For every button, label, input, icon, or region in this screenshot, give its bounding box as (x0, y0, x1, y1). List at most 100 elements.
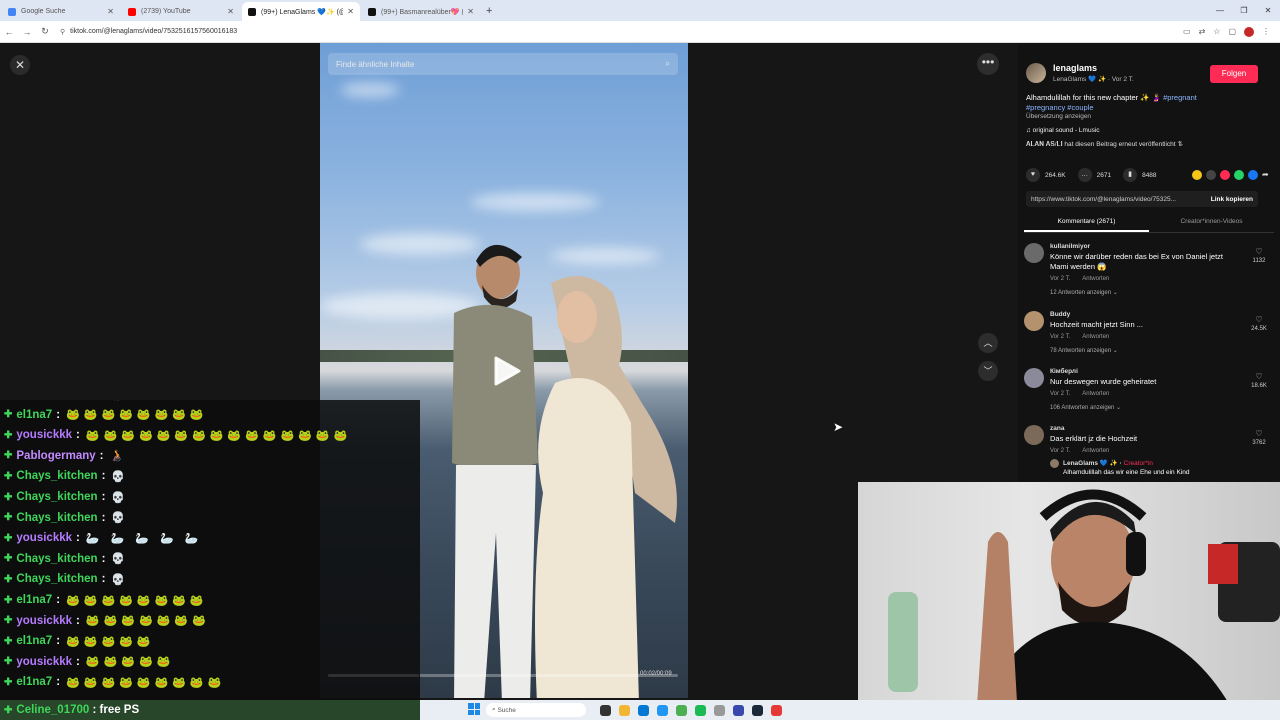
comment-username[interactable]: kullanilmiyor (1050, 243, 1090, 250)
whatsapp-icon[interactable] (1234, 170, 1244, 180)
copy-link-button[interactable]: Link kopieren (1211, 196, 1253, 203)
repost-share-icon[interactable] (1192, 170, 1202, 180)
minimize-icon[interactable]: — (1208, 0, 1232, 21)
comment-like[interactable]: ♡ 3762 (1246, 429, 1272, 446)
previous-video-button[interactable]: ︿ (978, 333, 998, 353)
bookmark-star-icon[interactable]: ☆ (1213, 27, 1220, 36)
comment-username[interactable]: Buddy (1050, 311, 1070, 318)
hashtag-pregnant[interactable]: #pregnant (1163, 93, 1197, 102)
vpn-icon[interactable] (733, 704, 744, 716)
hashtag-links[interactable]: #pregnancy #couple (1026, 103, 1094, 112)
restore-icon[interactable]: ❐ (1232, 0, 1256, 21)
comment-username[interactable]: zana (1050, 425, 1064, 432)
taskbar-search[interactable]: ⌕ Suche (486, 703, 586, 717)
reply-button[interactable]: Antworten (1082, 276, 1109, 282)
reload-icon[interactable]: ↻ (36, 26, 54, 37)
browser-tab[interactable]: (99+) Basmanrealüber💖 (@lbasm... ✕ (362, 2, 480, 21)
heart-icon[interactable]: ♥ (1026, 168, 1040, 182)
comment-like[interactable]: ♡ 18.6K (1246, 372, 1272, 389)
chat-emotes: 💀 (111, 512, 130, 525)
chat-separator: : (99, 449, 104, 462)
comment-avatar[interactable] (1024, 368, 1044, 388)
browser-tab[interactable]: (2739) YouTube ✕ (122, 2, 240, 21)
reply-avatar[interactable] (1050, 459, 1059, 468)
like-stat[interactable]: ♥ 264.6K (1026, 168, 1066, 182)
comment-like[interactable]: ♡ 1132 (1246, 247, 1272, 264)
browser-tab[interactable]: (99+) LenaGlams 💙✨ (@l... ✕ (242, 2, 360, 21)
tab-creator-videos[interactable]: Creator*innen-Videos (1149, 215, 1274, 232)
url-field[interactable]: ⚲ tiktok.com/@lenaglams/video/7532516157… (60, 28, 1183, 36)
view-replies-link[interactable]: 78 Antworten anzeigen ⌄ (1050, 347, 1118, 354)
new-tab-icon[interactable]: + (486, 2, 492, 21)
view-replies-link[interactable]: 106 Antworten anzeigen ⌄ (1050, 404, 1121, 411)
similar-content-search[interactable]: Finde ähnliche Inhalte ⌕ (328, 53, 678, 75)
heart-outline-icon[interactable]: ♡ (1246, 315, 1272, 324)
heart-outline-icon[interactable]: ♡ (1246, 372, 1272, 381)
edge-icon[interactable] (638, 704, 649, 716)
spotify-icon[interactable] (695, 704, 706, 716)
view-replies-link[interactable]: 12 Antworten anzeigen ⌄ (1050, 289, 1118, 296)
share-arrow-icon[interactable]: ➦ (1262, 170, 1272, 180)
store-icon[interactable] (657, 704, 668, 716)
tab-close-icon[interactable]: ✕ (107, 7, 114, 16)
comment-username[interactable]: Кімберлі (1050, 368, 1078, 375)
sound-link[interactable]: ♫ original sound - Lmusic (1026, 127, 1100, 134)
send-friends-icon[interactable] (1220, 170, 1230, 180)
heart-outline-icon[interactable]: ♡ (1246, 247, 1272, 256)
bookmark-icon[interactable]: ▮ (1123, 168, 1138, 182)
menu-icon[interactable]: ⋮ (1262, 27, 1270, 36)
more-options-button[interactable]: ••• (977, 53, 999, 75)
windows-start-icon[interactable] (468, 703, 480, 715)
author-block[interactable]: lenaglams LenaGlams 💙 ✨ · Vor 2 T. (1026, 63, 1134, 83)
author-name[interactable]: lenaglams (1053, 63, 1134, 73)
site-info-icon[interactable]: ⚲ (60, 28, 65, 36)
reply-button[interactable]: Antworten (1082, 334, 1109, 340)
comment-avatar[interactable] (1024, 243, 1044, 263)
chat-username: yousickkk (16, 614, 73, 627)
steam-icon[interactable] (752, 704, 763, 716)
save-stat[interactable]: ▮ 8488 (1123, 168, 1157, 182)
tab-comments[interactable]: Kommentare (2671) (1024, 215, 1149, 232)
back-icon[interactable]: ← (0, 27, 18, 37)
chat-emotes: 🐸🐸🐸🐸🐸🐸🐸🐸 (66, 409, 208, 422)
comment-like[interactable]: ♡ 24.5K (1246, 315, 1272, 332)
comment-stat[interactable]: … 2671 (1077, 168, 1111, 182)
profile-avatar[interactable] (1244, 26, 1254, 37)
chrome-icon[interactable] (676, 704, 687, 716)
close-window-icon[interactable]: ✕ (1256, 0, 1280, 21)
task-view-icon[interactable] (600, 704, 611, 716)
share-link-box: https://www.tiktok.com/@lenaglams/video/… (1026, 191, 1258, 207)
chat-message-row: ✚ el1na7: 🐸🐸🐸🐸🐸🐸🐸🐸🐸 (4, 672, 225, 692)
facebook-icon[interactable] (1248, 170, 1258, 180)
comment-avatar[interactable] (1024, 311, 1044, 331)
tab-close-icon[interactable]: ✕ (467, 7, 474, 16)
follow-button[interactable]: Folgen (1210, 65, 1258, 83)
cast-icon[interactable]: ▭ (1183, 27, 1191, 36)
close-video-button[interactable]: ✕ (10, 55, 30, 75)
reply-button[interactable]: Antworten (1082, 391, 1109, 397)
tab-close-icon[interactable]: ✕ (347, 7, 354, 16)
comment-meta: Vor 2 T. Antworten (1050, 276, 1109, 282)
comment-icon[interactable]: … (1077, 168, 1092, 182)
app-icon[interactable] (714, 704, 725, 716)
comment-avatar[interactable] (1024, 425, 1044, 445)
reply-username[interactable]: LenaGlams 💙 ✨ · (1063, 460, 1124, 467)
obs-icon[interactable] (771, 704, 782, 716)
browser-tab[interactable]: Google Suche ✕ (2, 2, 120, 21)
translate-icon[interactable]: ⇄ (1199, 27, 1206, 36)
forward-icon[interactable]: → (18, 27, 36, 37)
show-translation-link[interactable]: Übersetzung anzeigen (1026, 113, 1091, 120)
file-explorer-icon[interactable] (619, 704, 630, 716)
comment-meta: Vor 2 T. Antworten (1050, 334, 1109, 340)
tab-close-icon[interactable]: ✕ (227, 7, 234, 16)
author-avatar[interactable] (1026, 63, 1046, 83)
extensions-icon[interactable]: ▢ (1228, 27, 1236, 36)
play-icon[interactable] (492, 355, 522, 387)
next-video-button[interactable]: ﹀ (978, 361, 998, 381)
share-link-text[interactable]: https://www.tiktok.com/@lenaglams/video/… (1031, 196, 1211, 203)
chat-emotes: 🐸🐸🐸🐸🐸🐸🐸 (85, 615, 210, 628)
heart-outline-icon[interactable]: ♡ (1246, 429, 1272, 438)
search-icon[interactable]: ⌕ (666, 59, 670, 69)
embed-icon[interactable] (1206, 170, 1216, 180)
reply-button[interactable]: Antworten (1082, 448, 1109, 454)
